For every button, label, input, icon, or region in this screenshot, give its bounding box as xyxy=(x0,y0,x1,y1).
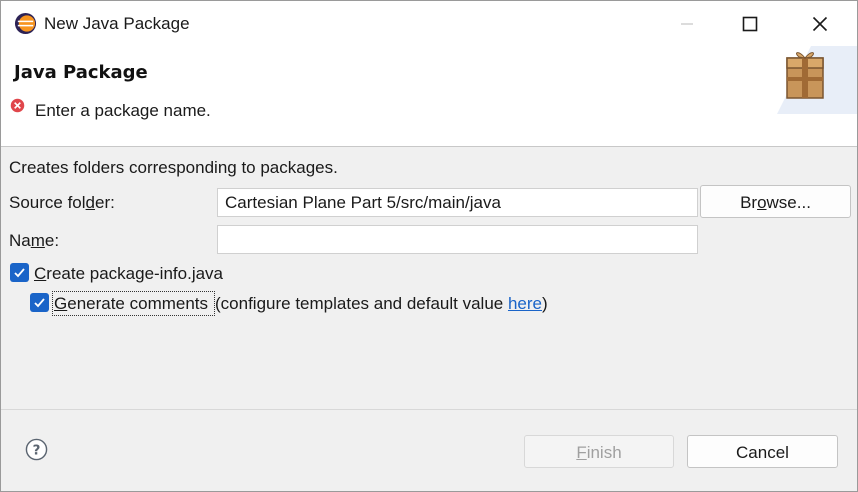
eclipse-icon xyxy=(14,12,37,35)
browse-button[interactable]: Browse... xyxy=(700,185,851,218)
source-folder-label-post: er: xyxy=(95,193,115,212)
generate-comments-checkbox[interactable] xyxy=(30,293,49,312)
generate-comments-mnemonic: G xyxy=(54,294,68,313)
source-folder-label-mnemonic: d xyxy=(85,193,96,212)
generate-comments-text: enerate comments xyxy=(67,294,209,313)
finish-button[interactable]: Finish xyxy=(524,435,674,468)
wizard-banner: Java Package Enter a package name. xyxy=(1,46,857,147)
new-java-package-dialog: New Java Package Java Package Enter a pa… xyxy=(0,0,858,492)
source-folder-label: Source folder: xyxy=(9,193,115,213)
close-button[interactable] xyxy=(789,1,851,46)
package-gift-icon xyxy=(777,46,857,114)
finish-label-post: inish xyxy=(586,443,622,462)
browse-label-mnemonic: o xyxy=(757,193,767,212)
finish-label-mnemonic: F xyxy=(576,443,587,462)
package-name-input[interactable] xyxy=(217,225,698,254)
name-label-pre: Na xyxy=(9,231,31,250)
hint-text-pre: (configure templates and default value xyxy=(215,294,508,313)
svg-text:?: ? xyxy=(33,443,41,458)
help-icon[interactable]: ? xyxy=(25,438,48,461)
name-label: Name: xyxy=(9,231,59,251)
source-folder-input[interactable] xyxy=(217,188,698,217)
checkmark-icon xyxy=(14,268,25,278)
maximize-icon xyxy=(742,16,758,31)
templates-here-link[interactable]: here xyxy=(508,294,542,313)
footer-divider xyxy=(1,409,857,410)
minimize-icon xyxy=(681,22,693,25)
generate-comments-label[interactable]: Generate comments xyxy=(54,294,208,314)
page-description: Creates folders corresponding to package… xyxy=(9,158,338,177)
hint-text-post: ) xyxy=(542,294,548,313)
maximize-button[interactable] xyxy=(719,1,781,46)
title-bar: New Java Package xyxy=(1,1,857,46)
browse-label-post: wse... xyxy=(766,193,811,212)
error-icon xyxy=(10,98,25,113)
page-title: Java Package xyxy=(14,62,148,83)
minimize-button[interactable] xyxy=(656,1,718,46)
create-package-info-checkbox[interactable] xyxy=(10,263,29,282)
source-folder-label-pre: Source fol xyxy=(9,193,86,212)
close-icon xyxy=(812,16,828,31)
name-label-post: e: xyxy=(44,231,60,250)
generate-comments-hint: (configure templates and default value h… xyxy=(215,294,548,314)
create-package-info-label[interactable]: Create package-info.java xyxy=(34,264,223,284)
create-package-info-text: reate package-info.java xyxy=(46,264,224,283)
checkmark-icon xyxy=(34,298,45,308)
create-package-info-mnemonic: C xyxy=(34,264,47,283)
browse-label-pre: Br xyxy=(740,193,758,212)
name-label-mnemonic: m xyxy=(30,231,45,250)
window-title: New Java Package xyxy=(44,14,190,33)
banner-message: Enter a package name. xyxy=(35,101,211,120)
cancel-button[interactable]: Cancel xyxy=(687,435,838,468)
